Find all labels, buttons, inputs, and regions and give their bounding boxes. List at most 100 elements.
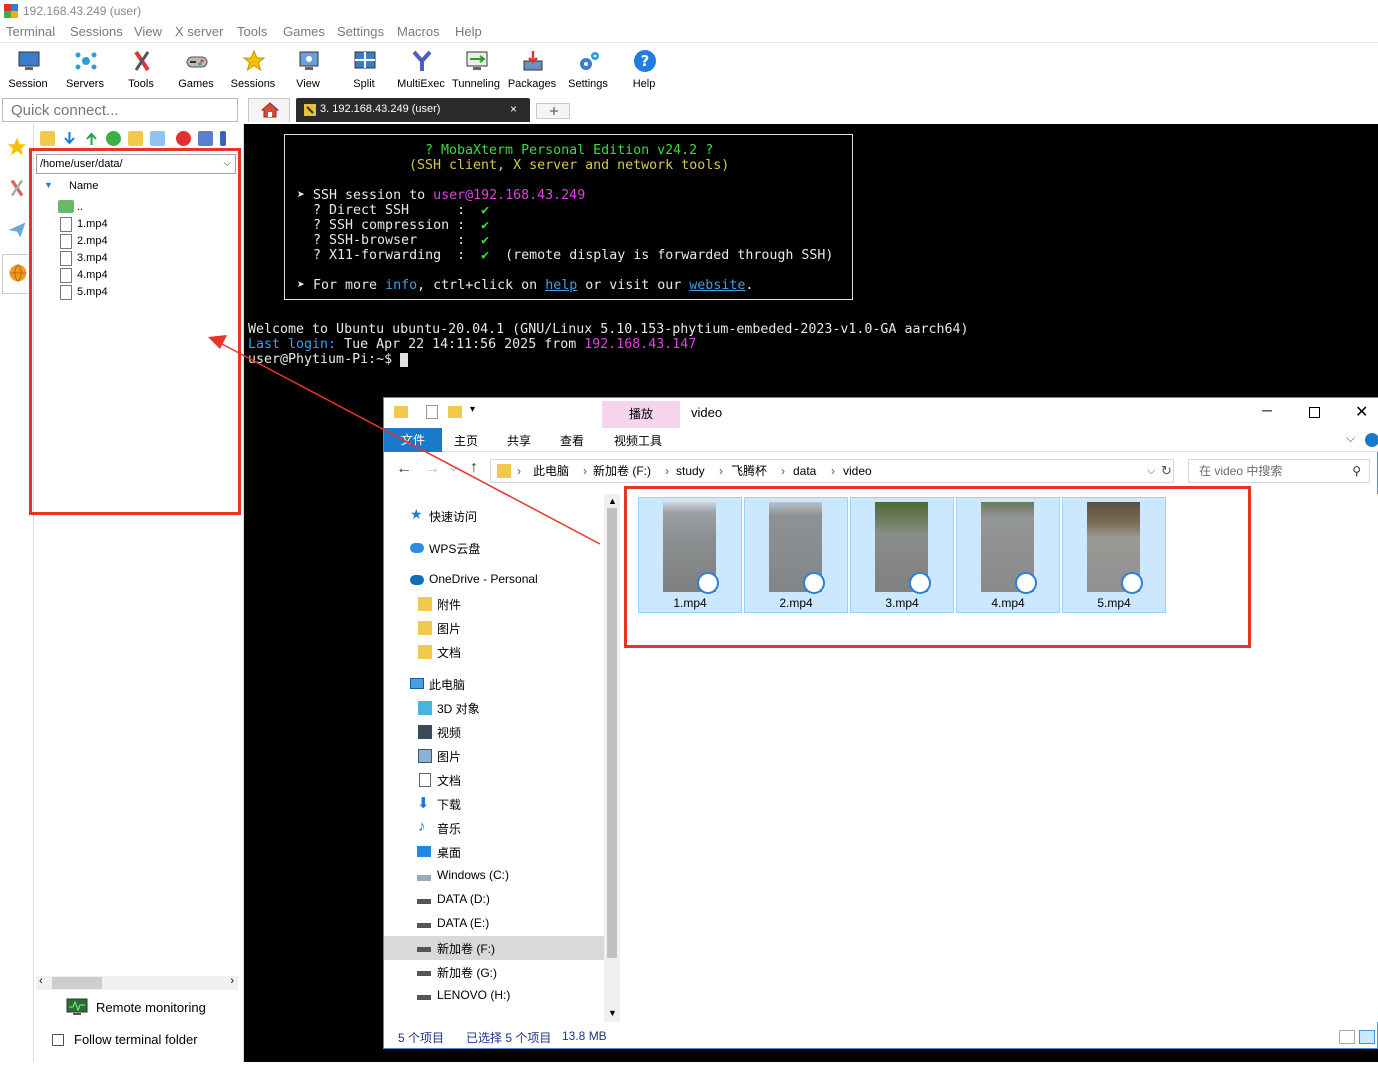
menu-sessions[interactable]: Sessions (70, 24, 123, 39)
nav-desktop[interactable]: 桌面 (384, 840, 604, 864)
scroll-right-icon[interactable]: › (230, 975, 234, 987)
upload-icon[interactable] (84, 131, 99, 146)
ribbon-tab-share[interactable]: 共享 (507, 432, 531, 449)
nav-quick-access[interactable]: ★ 快速访问 (384, 504, 604, 528)
help-icon[interactable] (1365, 433, 1378, 447)
nav-drive-g[interactable]: 新加卷 (G:) (384, 960, 604, 984)
nav-onedrive-attachments[interactable]: 附件 (384, 592, 604, 616)
quick-access-dropdown-icon[interactable]: ▾ (470, 404, 475, 415)
packages-button[interactable]: Packages (504, 47, 560, 95)
menu-help[interactable]: Help (455, 24, 482, 39)
search-input[interactable]: 在 video 中搜索 ⚲ (1188, 459, 1370, 483)
details-view-icon[interactable] (1339, 1030, 1355, 1044)
scroll-thumb[interactable] (607, 508, 617, 958)
ribbon-tab-view[interactable]: 查看 (560, 432, 584, 449)
breadcrumb-this-pc[interactable]: 此电脑 (533, 460, 569, 482)
breadcrumb-video[interactable]: video (843, 460, 872, 482)
recent-dropdown-icon[interactable]: ⌵ (450, 463, 457, 474)
nav-pictures[interactable]: 图片 (384, 744, 604, 768)
folder-up-icon[interactable] (40, 131, 55, 146)
help-link[interactable]: help (545, 278, 577, 293)
new-tab-button[interactable] (536, 103, 570, 119)
sidebar-tab-sftp[interactable] (2, 254, 32, 294)
menu-view[interactable]: View (134, 24, 162, 39)
nav-drive-e[interactable]: DATA (E:) (384, 912, 604, 936)
horizontal-scrollbar[interactable]: ‹ › (36, 975, 238, 990)
nav-downloads[interactable]: ⬇ 下载 (384, 792, 604, 816)
nav-drive-f[interactable]: 新加卷 (F:) (384, 936, 604, 960)
nav-onedrive-pictures[interactable]: 图片 (384, 616, 604, 640)
scroll-up-icon[interactable]: ▲ (608, 496, 617, 506)
view-button[interactable]: View (280, 47, 336, 95)
breadcrumb-feiteng[interactable]: 飞腾杯 (731, 460, 767, 482)
close-icon[interactable]: ✕ (1355, 402, 1368, 422)
address-breadcrumb[interactable]: › 此电脑 › 新加卷 (F:) › study › 飞腾杯 › data › … (490, 459, 1174, 483)
nav-wps-cloud[interactable]: WPS云盘 (384, 536, 604, 560)
more-tools-icon[interactable] (220, 131, 226, 146)
ribbon-tab-file[interactable]: 文件 (384, 428, 442, 452)
sidebar-tab-sessions[interactable] (2, 128, 32, 168)
up-icon[interactable]: ↑ (470, 459, 478, 477)
delete-icon[interactable] (176, 131, 191, 146)
nav-music[interactable]: ♪ 音乐 (384, 816, 604, 840)
nav-this-pc[interactable]: 此电脑 (384, 672, 604, 696)
split-button[interactable]: Split (336, 47, 392, 95)
scroll-down-icon[interactable]: ▼ (608, 1008, 617, 1018)
sessions-button[interactable]: Sessions (225, 47, 281, 95)
menu-xserver[interactable]: X server (175, 24, 223, 39)
menu-games[interactable]: Games (283, 24, 325, 39)
breadcrumb-data[interactable]: data (793, 460, 816, 482)
nav-scrollbar[interactable]: ▲ ▼ (604, 494, 620, 1022)
tunneling-button[interactable]: Tunneling (448, 47, 504, 95)
info-link[interactable]: info (385, 278, 417, 293)
sidebar-tab-macros[interactable] (2, 212, 32, 252)
sidebar-tab-tools[interactable] (2, 170, 32, 210)
multiexec-button[interactable]: MultiExec (393, 47, 449, 95)
properties-icon[interactable] (426, 405, 438, 419)
games-button[interactable]: Games (168, 47, 224, 95)
refresh-icon[interactable] (106, 131, 121, 146)
tools-button[interactable]: Tools (113, 47, 169, 95)
maximize-icon[interactable] (1309, 407, 1320, 418)
nav-videos[interactable]: 视频 (384, 720, 604, 744)
checkbox[interactable] (52, 1034, 64, 1046)
address-dropdown-icon[interactable]: ⌵ (1147, 460, 1155, 482)
menu-tools[interactable]: Tools (237, 24, 267, 39)
nav-onedrive-documents[interactable]: 文档 (384, 640, 604, 664)
new-folder-icon[interactable] (448, 406, 462, 418)
help-button[interactable]: ? Help (616, 47, 672, 95)
settings-button[interactable]: Settings (560, 47, 616, 95)
refresh-icon[interactable]: ↻ (1161, 460, 1172, 482)
forward-icon[interactable]: → (424, 460, 440, 478)
nav-drive-c[interactable]: Windows (C:) (384, 864, 604, 888)
ribbon-tab-video-tools[interactable]: 视频工具 (614, 432, 662, 449)
nav-documents[interactable]: 文档 (384, 768, 604, 792)
minimize-icon[interactable]: ─ (1262, 402, 1272, 418)
home-tab[interactable] (248, 98, 290, 122)
breadcrumb-study[interactable]: study (676, 460, 705, 482)
session-tab[interactable]: 3. 192.168.43.249 (user) × (296, 98, 530, 122)
breadcrumb-drive-f[interactable]: 新加卷 (F:) (593, 460, 651, 482)
scroll-thumb[interactable] (52, 977, 102, 989)
new-file-icon[interactable] (150, 131, 165, 146)
nav-onedrive[interactable]: OneDrive - Personal (384, 568, 604, 592)
nav-drive-d[interactable]: DATA (D:) (384, 888, 604, 912)
follow-terminal-folder-checkbox[interactable]: Follow terminal folder (48, 1030, 238, 1052)
website-link[interactable]: website (689, 278, 745, 293)
expand-ribbon-icon[interactable]: ⌵ (1346, 431, 1355, 446)
large-icons-view-icon[interactable] (1359, 1030, 1375, 1044)
menu-macros[interactable]: Macros (397, 24, 440, 39)
ribbon-tab-home[interactable]: 主页 (454, 432, 478, 449)
back-icon[interactable]: ← (396, 460, 412, 478)
quick-connect-input[interactable] (2, 98, 238, 122)
new-folder-icon[interactable] (128, 131, 143, 146)
servers-button[interactable]: Servers (57, 47, 113, 95)
remote-monitoring-button[interactable]: Remote monitoring (60, 996, 240, 1024)
menu-terminal[interactable]: Terminal (6, 24, 55, 39)
session-button[interactable]: Session (0, 47, 56, 95)
menu-settings[interactable]: Settings (337, 24, 384, 39)
scroll-left-icon[interactable]: ‹ (39, 975, 43, 987)
rename-icon[interactable] (198, 131, 213, 146)
close-tab-icon[interactable]: × (510, 98, 517, 120)
download-icon[interactable] (62, 131, 77, 146)
